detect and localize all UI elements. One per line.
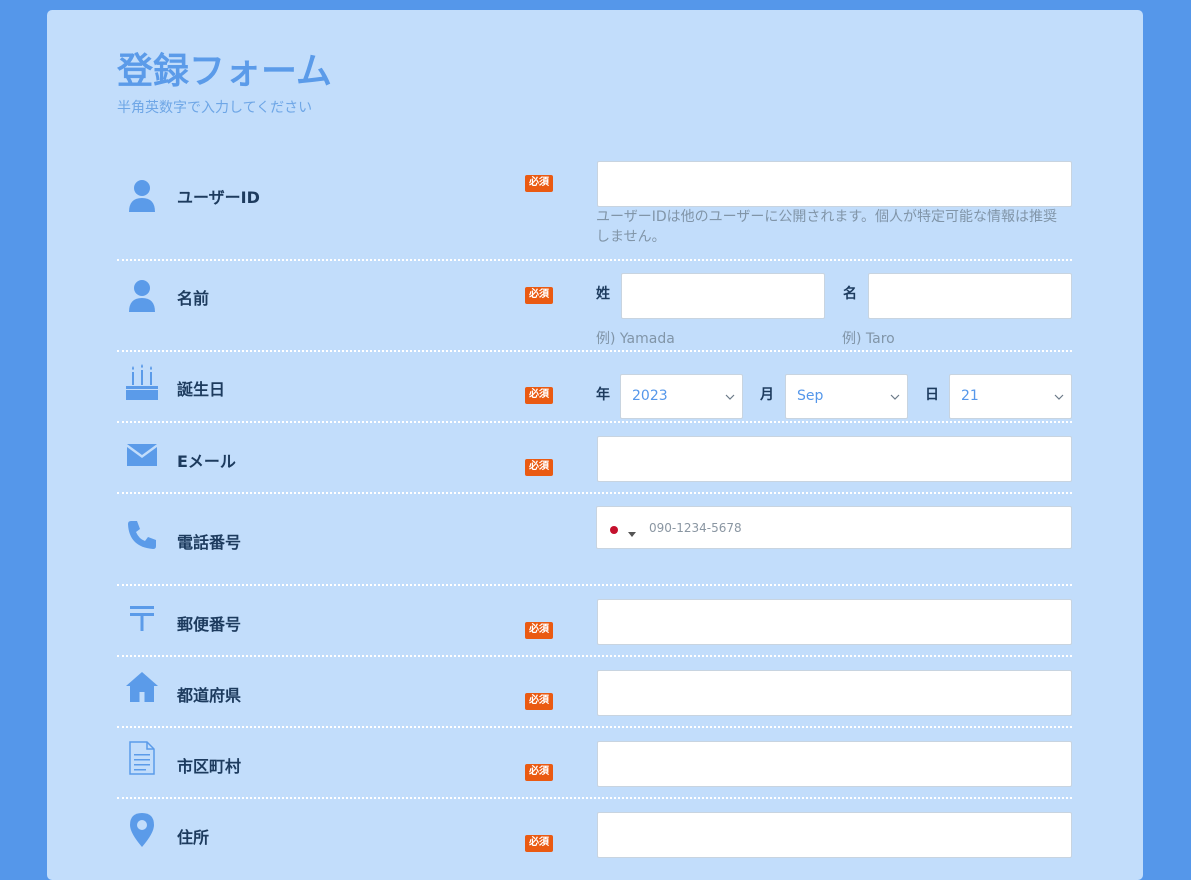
day-select-value: 21 (961, 388, 979, 404)
jp-flag-icon[interactable] (607, 521, 621, 540)
birthday-cake-icon (125, 364, 159, 400)
year-label: 年 (596, 387, 610, 403)
user-id-help-text: ユーザーIDは他のユーザーに公開されます。個人が特定可能な情報は推奨 しません。 (596, 207, 1057, 247)
year-select-value: 2023 (632, 388, 668, 404)
city-input[interactable] (597, 741, 1072, 787)
field-label: 誕生日 (177, 380, 226, 399)
chevron-down-icon (890, 394, 900, 400)
field-row-address: 住所 必須 (117, 812, 1072, 868)
row-separator (117, 655, 1072, 657)
required-badge: 必須 (525, 835, 553, 852)
month-select[interactable]: Sep (785, 374, 908, 419)
required-badge: 必須 (525, 764, 553, 781)
field-row-user-id: ユーザーID 必須 ユーザーIDは他のユーザーに公開されます。個人が特定可能な情… (117, 161, 1072, 256)
field-row-prefecture: 都道府県 必須 (117, 670, 1072, 726)
field-label: 市区町村 (177, 757, 242, 776)
help-text-line: ユーザーIDは他のユーザーに公開されます。個人が特定可能な情報は推奨 (596, 209, 1057, 225)
form-subtitle: 半角英数字で入力してください (117, 100, 313, 116)
month-label: 月 (760, 387, 774, 403)
envelope-icon (125, 440, 159, 476)
document-icon (125, 741, 159, 777)
help-text-line: しません。 (596, 229, 666, 245)
required-badge: 必須 (525, 693, 553, 710)
user-icon (125, 278, 159, 314)
last-name-example: 例) Yamada (596, 331, 675, 347)
first-name-label: 名 (843, 286, 857, 302)
field-label: Eメール (177, 452, 236, 471)
user-id-input[interactable] (597, 161, 1072, 207)
field-label: 郵便番号 (177, 615, 242, 634)
phone-placeholder: 090-1234-5678 (649, 521, 742, 535)
row-separator (117, 797, 1072, 799)
day-select[interactable]: 21 (949, 374, 1072, 419)
required-badge: 必須 (525, 175, 553, 192)
chevron-down-icon (725, 394, 735, 400)
last-name-input[interactable] (621, 273, 825, 319)
postal-mark-icon (125, 601, 159, 637)
required-badge: 必須 (525, 287, 553, 304)
row-separator (117, 492, 1072, 494)
row-separator (117, 259, 1072, 261)
first-name-example: 例) Taro (842, 331, 895, 347)
required-badge: 必須 (525, 387, 553, 404)
field-row-phone: 電話番号 090-1234-5678 (117, 506, 1072, 586)
day-label: 日 (925, 387, 939, 403)
prefecture-input[interactable] (597, 670, 1072, 716)
row-separator (117, 350, 1072, 352)
form-title: 登録フォーム (117, 51, 332, 92)
phone-icon (125, 518, 159, 554)
year-select[interactable]: 2023 (620, 374, 743, 419)
field-label: ユーザーID (177, 188, 260, 207)
email-input[interactable] (597, 436, 1072, 482)
field-label: 住所 (177, 828, 210, 847)
field-label: 電話番号 (177, 533, 242, 552)
field-label: 名前 (177, 289, 210, 308)
address-input[interactable] (597, 812, 1072, 858)
caret-down-icon[interactable] (628, 523, 636, 542)
home-icon (125, 670, 159, 706)
last-name-label: 姓 (596, 286, 610, 302)
registration-form-card: 登録フォーム 半角英数字で入力してください ユーザーID 必須 ユーザーIDは他… (47, 10, 1143, 880)
postal-code-input[interactable] (597, 599, 1072, 645)
field-row-name: 名前 必須 姓 例) Yamada 名 例) Taro (117, 273, 1072, 351)
first-name-input[interactable] (868, 273, 1072, 319)
row-separator (117, 726, 1072, 728)
user-icon (125, 178, 159, 214)
phone-input[interactable]: 090-1234-5678 (596, 506, 1072, 549)
field-row-birthday: 誕生日 必須 年 2023 月 Sep 日 21 (117, 364, 1072, 420)
chevron-down-icon (1054, 394, 1064, 400)
field-row-postal-code: 郵便番号 必須 (117, 599, 1072, 655)
required-badge: 必須 (525, 622, 553, 639)
row-separator (117, 584, 1072, 586)
row-separator (117, 421, 1072, 423)
month-select-value: Sep (797, 388, 824, 404)
field-label: 都道府県 (177, 686, 242, 705)
map-pin-icon (125, 812, 159, 848)
field-row-city: 市区町村 必須 (117, 741, 1072, 797)
required-badge: 必須 (525, 459, 553, 476)
field-row-email: Eメール 必須 (117, 436, 1072, 492)
